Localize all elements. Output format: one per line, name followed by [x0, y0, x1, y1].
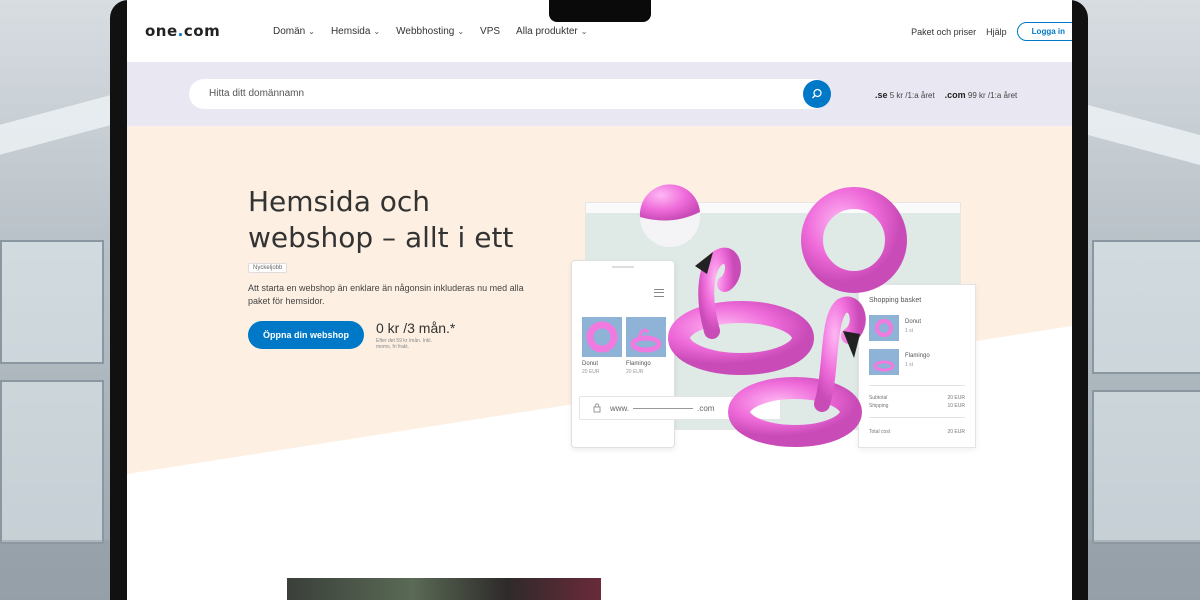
tld-name: .se	[875, 90, 888, 100]
phone-product-price: 20 EUR	[582, 369, 600, 375]
nav-item-label: Domän	[273, 26, 306, 37]
nav-item-label: Hemsida	[330, 26, 371, 37]
camera-notch	[549, 0, 651, 22]
domain-search-box	[189, 79, 831, 109]
tld-prices: .se 5 kr /1:a året .com 99 kr /1:a året	[875, 90, 1017, 100]
basket-item-qty: 1 st	[905, 362, 914, 368]
website-viewport: one.com Domän ⌄ Hemsida ⌄ Webbhosting ⌄ VPS…	[127, 0, 1072, 600]
basket-row-value: 20 EUR	[947, 429, 965, 435]
basket-row-value: 20 EUR	[947, 395, 965, 401]
chevron-down-icon: ⌄	[308, 27, 315, 36]
basket-row: Shipping 10 EUR	[869, 403, 965, 409]
phone-product-price: 20 EUR	[626, 369, 644, 375]
domain-search-input[interactable]	[207, 87, 791, 100]
search-button[interactable]	[803, 80, 831, 108]
hero-price-note: Efter det 59 kr /mån. Inkl. moms, fri fr…	[376, 338, 432, 350]
nav-item-label: Webbhosting	[396, 26, 455, 37]
basket-item-label: Donut	[905, 319, 922, 325]
basket-donut-image	[869, 315, 899, 341]
open-webshop-button[interactable]: Öppna din webshop	[248, 321, 364, 349]
tld-name: .com	[944, 90, 966, 100]
nav-item-label: VPS	[480, 26, 501, 37]
nav-right-group: Paket och priser Hjälp Logga in	[911, 22, 1072, 41]
content-photo	[287, 578, 601, 600]
chevron-down-icon: ⌄	[373, 27, 381, 36]
basket-row-key: Shipping	[869, 403, 889, 409]
lock-icon	[593, 403, 601, 413]
flamingo-float-icon	[630, 328, 662, 353]
nav-item-label: Alla produkter	[516, 26, 578, 37]
flamingo-float-icon	[873, 360, 895, 372]
donut-float-icon	[875, 319, 893, 337]
nav-item-hemsida[interactable]: Hemsida ⌄	[331, 26, 380, 37]
basket-item-label: Flamingo	[905, 353, 930, 359]
phone-product-label: Flamingo	[626, 361, 651, 367]
nav-item-doman[interactable]: Domän ⌄	[273, 26, 315, 37]
nav-item-webbhosting[interactable]: Webbhosting ⌄	[396, 26, 464, 37]
hero-section: Hemsida och webshop – allt i ett Nyckelj…	[127, 126, 1072, 600]
phone-speaker	[612, 266, 634, 268]
url-prefix: www.	[610, 403, 630, 413]
divider	[869, 417, 965, 418]
main-menu: Domän ⌄ Hemsida ⌄ Webbhosting ⌄ VPS Alla pr…	[273, 26, 587, 37]
basket-title: Shopping basket	[869, 297, 922, 304]
phone-product-flamingo-image	[626, 317, 666, 357]
chevron-down-icon: ⌄	[457, 27, 465, 36]
basket-item-qty: 1 st	[905, 328, 914, 334]
help-link[interactable]: Hjälp	[986, 27, 1007, 37]
tld-price-com: .com 99 kr /1:a året	[945, 90, 1018, 100]
url-suffix: .com	[697, 403, 715, 413]
hamburger-menu-icon	[654, 289, 664, 297]
chevron-down-icon: ⌄	[580, 27, 588, 36]
logo-text-one: one	[145, 22, 178, 40]
basket-row-value: 10 EUR	[947, 403, 965, 409]
site-logo[interactable]: one.com	[145, 22, 220, 40]
hero-title: Hemsida och webshop – allt i ett	[248, 184, 548, 256]
phone-product-donut-image	[582, 317, 622, 357]
hero-title-line-1: Hemsida och	[248, 185, 431, 218]
nav-item-alla-produkter[interactable]: Alla produkter ⌄	[516, 26, 587, 37]
hero-title-line-2: webshop – allt i ett	[248, 221, 514, 254]
domain-search-band: .se 5 kr /1:a året .com 99 kr /1:a året	[127, 62, 1072, 126]
packages-link[interactable]: Paket och priser	[911, 27, 976, 37]
tld-price-text: 5 kr /1:a året	[889, 91, 935, 100]
basket-row: Subtotal 20 EUR	[869, 395, 965, 401]
hero-price: 0 kr /3 mån.*	[376, 320, 456, 336]
url-blank-line	[633, 407, 694, 409]
basket-row-key: Total cost	[869, 429, 891, 435]
hero-description: Att starta en webshop än enklare än någo…	[248, 283, 524, 306]
nav-item-vps[interactable]: VPS	[480, 26, 500, 37]
divider	[869, 385, 965, 386]
logo-text-com: com	[183, 22, 221, 40]
basket-flamingo-image	[869, 349, 899, 375]
browser-titlebar	[586, 203, 960, 213]
tld-price-text: 99 kr /1:a året	[967, 91, 1018, 100]
phone-product-label: Donut	[582, 361, 599, 367]
illustration-url-bar: www. .com	[579, 396, 781, 420]
basket-row: Total cost 20 EUR	[869, 429, 965, 435]
search-icon	[812, 88, 822, 99]
tld-price-se: .se 5 kr /1:a året	[875, 90, 935, 100]
login-button[interactable]: Logga in	[1016, 22, 1072, 41]
basket-row-key: Subtotal	[869, 395, 888, 401]
illustration-shopping-basket: Shopping basket Donut 1 st Flamingo 1 st…	[858, 284, 976, 448]
hero-tag-badge: Nyckeljobb	[248, 263, 288, 273]
donut-float-icon	[586, 321, 618, 353]
